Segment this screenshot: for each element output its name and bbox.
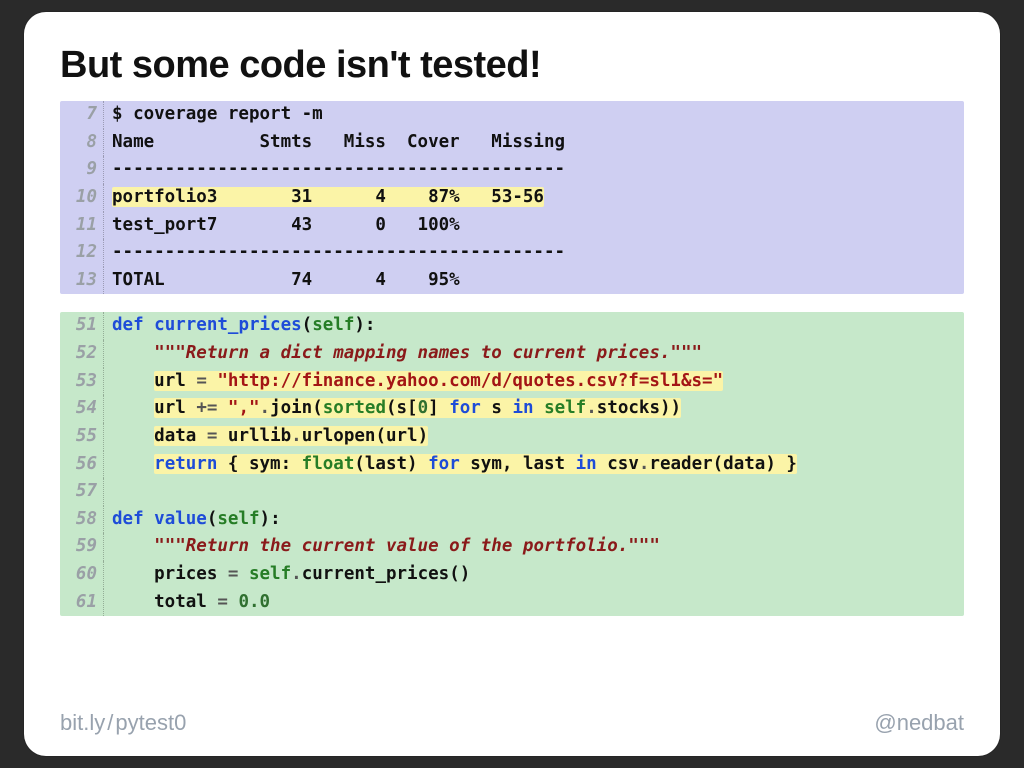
code-line: def current_prices(self):: [104, 312, 964, 340]
line-number: 12: [60, 239, 104, 267]
terminal-line: TOTAL 74 4 95%: [104, 267, 964, 295]
code-line: [104, 478, 964, 506]
line-number: 55: [60, 423, 104, 451]
slide-title: But some code isn't tested!: [60, 44, 964, 87]
terminal-line: ----------------------------------------…: [104, 239, 964, 267]
line-number: 7: [60, 101, 104, 129]
line-number: 8: [60, 129, 104, 157]
line-number: 11: [60, 212, 104, 240]
footer-link: bit.ly/pytest0: [60, 710, 186, 736]
terminal-line: $ coverage report -m: [104, 101, 964, 129]
terminal-block: 7$ coverage report -m8Name Stmts Miss Co…: [60, 101, 964, 294]
code-line: def value(self):: [104, 506, 964, 534]
line-number: 61: [60, 589, 104, 617]
line-number: 59: [60, 533, 104, 561]
code-line: """Return the current value of the portf…: [104, 533, 964, 561]
line-number: 53: [60, 368, 104, 396]
line-number: 10: [60, 184, 104, 212]
terminal-line: Name Stmts Miss Cover Missing: [104, 129, 964, 157]
code-line: prices = self.current_prices(): [104, 561, 964, 589]
line-number: 56: [60, 451, 104, 479]
code-line: """Return a dict mapping names to curren…: [104, 340, 964, 368]
footer-link-path: pytest0: [115, 710, 186, 735]
line-number: 57: [60, 478, 104, 506]
code-line: url += ",".join(sorted(s[0] for s in sel…: [104, 395, 964, 423]
stage: 44/55 But some code isn't tested! 7$ cov…: [0, 0, 1024, 768]
line-number: 54: [60, 395, 104, 423]
code-block: 51def current_prices(self):52 """Return …: [60, 312, 964, 616]
footer-handle: @nedbat: [874, 710, 964, 736]
slide: But some code isn't tested! 7$ coverage …: [24, 12, 1000, 756]
code-line: total = 0.0: [104, 589, 964, 617]
terminal-line: portfolio3 31 4 87% 53-56: [104, 184, 964, 212]
footer-sep: /: [107, 710, 113, 735]
line-number: 51: [60, 312, 104, 340]
footer: bit.ly/pytest0 @nedbat: [60, 710, 964, 736]
line-number: 52: [60, 340, 104, 368]
line-number: 60: [60, 561, 104, 589]
terminal-line: ----------------------------------------…: [104, 156, 964, 184]
line-number: 9: [60, 156, 104, 184]
code-line: data = urllib.urlopen(url): [104, 423, 964, 451]
terminal-line: test_port7 43 0 100%: [104, 212, 964, 240]
line-number: 58: [60, 506, 104, 534]
line-number: 13: [60, 267, 104, 295]
footer-link-host: bit.ly: [60, 710, 105, 735]
code-line: url = "http://finance.yahoo.com/d/quotes…: [104, 368, 964, 396]
code-line: return { sym: float(last) for sym, last …: [104, 451, 964, 479]
